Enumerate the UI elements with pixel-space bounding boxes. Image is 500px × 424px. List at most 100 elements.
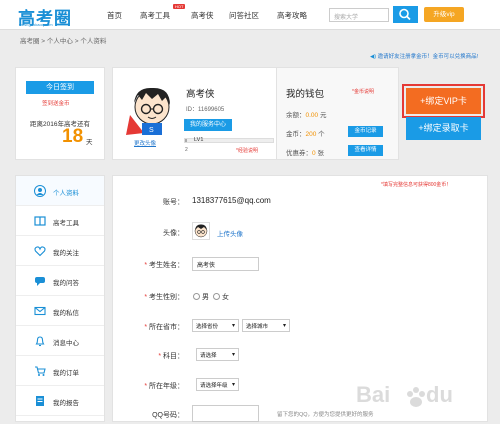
- level-number: 2: [185, 147, 188, 153]
- nav-tools[interactable]: 高考工具: [140, 10, 170, 21]
- svg-text:S: S: [149, 127, 154, 134]
- upgrade-vip-button[interactable]: 升级vip: [424, 7, 464, 22]
- gender-label-text: 考生性别：: [149, 294, 184, 301]
- invite-notice[interactable]: ◀) 邀请好友注册拿金币！金币可以兑换商品!: [370, 52, 478, 60]
- gender-male-label: 男: [202, 294, 209, 301]
- coupons-value: 0: [312, 150, 316, 157]
- grade-select[interactable]: 请选择年级: [196, 378, 239, 391]
- subject-label-text: 科目：: [163, 353, 184, 360]
- student-name-label-text: 考生姓名：: [149, 262, 184, 269]
- subject-label: * 科目：: [158, 353, 184, 360]
- watermark: Bai du: [356, 376, 496, 422]
- grade-label: * 所在年级：: [144, 383, 184, 390]
- coins-label: 金币：: [286, 131, 306, 138]
- coupon-details-button[interactable]: 查看详情: [348, 145, 383, 156]
- daily-sign-in-button[interactable]: 今日签到: [26, 81, 94, 94]
- sidebar-item-label: 消息中心: [53, 340, 79, 347]
- level-progress-fill: [185, 139, 187, 142]
- nav-home[interactable]: 首页: [107, 10, 122, 21]
- sidebar-item-label: 我的报告: [53, 400, 79, 407]
- cart-icon: [34, 365, 46, 377]
- search-input[interactable]: 搜索大学: [329, 8, 389, 22]
- sidebar-item-tools[interactable]: 高考工具: [16, 206, 104, 236]
- experience-help-link[interactable]: *经验说明: [236, 147, 258, 154]
- coin-help-link[interactable]: *金币说明: [352, 88, 374, 95]
- user-id: ID：11699605: [186, 107, 225, 113]
- wallet-title: 我的钱包: [286, 89, 325, 100]
- speaker-icon: ◀): [370, 54, 377, 60]
- days-unit: 天: [86, 139, 93, 146]
- account-label: 账号：: [163, 199, 184, 206]
- coin-record-button[interactable]: 金币记录: [348, 126, 383, 137]
- province-label-text: 所在省市：: [149, 324, 184, 331]
- coupons-label: 优惠券：: [286, 150, 312, 157]
- report-icon: [34, 395, 46, 407]
- coins-unit: 个: [318, 131, 325, 138]
- avatar[interactable]: S: [122, 85, 180, 137]
- breadcrumb: 高考圈 > 个人中心 > 个人资料: [20, 38, 107, 45]
- chat-icon: [34, 275, 46, 287]
- gender-female-label: 女: [222, 294, 229, 301]
- grade-label-text: 所在年级：: [149, 383, 184, 390]
- account-value: 1318377615@qq.com: [192, 196, 271, 205]
- gender-label: * 考生性别：: [144, 294, 184, 301]
- student-name-label: * 考生姓名：: [144, 262, 184, 269]
- svg-text:Bai: Bai: [356, 382, 390, 407]
- nav-hero[interactable]: 高考侠: [191, 10, 214, 21]
- search-button[interactable]: [393, 6, 418, 23]
- student-name-input[interactable]: 高考侠: [192, 257, 259, 271]
- wallet-balance-row: 余额：0.00 元: [286, 109, 326, 119]
- cartoon-avatar-icon: S: [126, 87, 170, 135]
- username: 高考侠: [186, 89, 215, 100]
- gender-female-radio[interactable]: [213, 293, 220, 300]
- sidebar-item-label: 我的问答: [53, 280, 79, 287]
- province-label: * 所在省市：: [144, 324, 184, 331]
- level-label: LV1: [194, 137, 204, 143]
- bell-icon: [34, 335, 46, 347]
- sidebar-item-following[interactable]: 我的关注: [16, 236, 104, 266]
- sidebar-item-reports[interactable]: 我的报告: [16, 386, 104, 416]
- sign-in-reward-text: 签到送金币: [42, 101, 70, 107]
- city-select[interactable]: 选择城市: [242, 319, 290, 332]
- nav-qa[interactable]: 问答社区: [229, 10, 259, 21]
- avatar-label: 头像：: [163, 230, 184, 237]
- sidebar-item-label: 高考工具: [53, 220, 79, 227]
- wallet-coins-row: 金币：200 个: [286, 128, 325, 138]
- invite-notice-text: 邀请好友注册拿金币！金币可以兑换商品!: [377, 54, 479, 60]
- completion-reward-tip: *填写完整信息可获得800金币！: [381, 182, 452, 188]
- qq-input[interactable]: [192, 405, 259, 422]
- service-center-button[interactable]: 我的服务中心: [184, 119, 232, 131]
- sidebar-item-label: 我的关注: [53, 250, 79, 257]
- user-icon: [34, 185, 46, 197]
- province-select[interactable]: 选择省份: [192, 319, 239, 332]
- cartoon-avatar-small-icon: [194, 224, 208, 238]
- mail-icon: [34, 305, 46, 317]
- sidebar-item-label: 我的订单: [53, 370, 79, 377]
- upload-avatar-link[interactable]: 上传头像: [217, 228, 243, 238]
- sidebar-item-qa[interactable]: 我的问答: [16, 266, 104, 296]
- sidebar-item-profile[interactable]: 个人资料: [16, 176, 104, 206]
- bind-admission-card-button[interactable]: +绑定录取卡: [406, 117, 481, 140]
- svg-text:du: du: [426, 382, 453, 407]
- sidebar-item-notifications[interactable]: 消息中心: [16, 326, 104, 356]
- nav-guide[interactable]: 高考攻略: [277, 10, 307, 21]
- logo-url: www.gaokaoq.com: [19, 22, 53, 27]
- balance-value: 0.00: [305, 112, 319, 119]
- subject-select[interactable]: 请选择: [196, 348, 239, 361]
- heart-icon: [34, 245, 46, 257]
- exam-countdown-days: 18: [62, 126, 84, 147]
- bind-vip-card-button[interactable]: +绑定VIP卡: [402, 84, 485, 118]
- sidebar-item-label: 我的私信: [53, 310, 79, 317]
- balance-unit: 元: [319, 112, 327, 119]
- avatar-thumbnail: [192, 222, 210, 240]
- balance-label: 余额：: [286, 112, 306, 119]
- sidebar-item-messages[interactable]: 我的私信: [16, 296, 104, 326]
- book-icon: [34, 215, 46, 227]
- search-icon: [399, 8, 411, 21]
- hot-badge: HOT: [173, 4, 186, 9]
- coupons-unit: 张: [317, 150, 324, 157]
- gender-male-radio[interactable]: [193, 293, 200, 300]
- coins-value: 200: [305, 131, 317, 138]
- sidebar-item-orders[interactable]: 我的订单: [16, 356, 104, 386]
- change-avatar-link[interactable]: 更改头像: [134, 139, 156, 147]
